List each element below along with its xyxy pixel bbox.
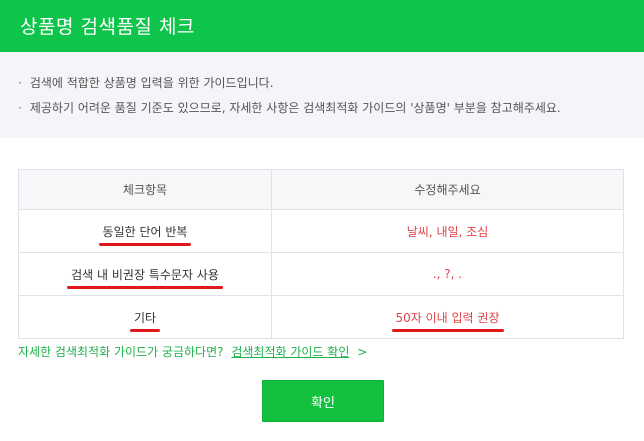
red-underline-mark xyxy=(391,328,504,332)
table-row: 기타 50자 이내 입력 권장 xyxy=(18,295,624,339)
table-row: 검색 내 비권장 특수문자 사용 ., ?, . xyxy=(18,252,624,296)
check-table: 체크항목 수정해주세요 동일한 단어 반복 날씨, 내일, 조심 검색 내 비권… xyxy=(18,169,624,339)
confirm-button[interactable]: 확인 xyxy=(262,380,384,422)
column-header-fix: 수정해주세요 xyxy=(271,169,624,210)
table-header-row: 체크항목 수정해주세요 xyxy=(18,169,624,210)
fix-value: 날씨, 내일, 조심 xyxy=(406,224,489,239)
check-item-cell: 검색 내 비권장 특수문자 사용 xyxy=(18,252,272,296)
check-item-cell: 동일한 단어 반복 xyxy=(18,209,272,253)
red-underline-mark xyxy=(98,242,192,246)
fix-cell: ., ?, . xyxy=(271,252,624,296)
bullet: · xyxy=(18,76,22,90)
red-underline-mark xyxy=(67,285,223,289)
guide-link-row: 자세한 검색최적화 가이드가 궁금하다면? 검색최적화 가이드 확인 > xyxy=(18,343,367,360)
fix-cell: 날씨, 내일, 조심 xyxy=(271,209,624,253)
red-underline-mark xyxy=(129,328,161,332)
column-header-check-item: 체크항목 xyxy=(18,169,272,210)
notice-line: · 제공하기 어려운 품질 기준도 있으므로, 자세한 사항은 검색최적화 가이드… xyxy=(18,99,561,116)
guide-question: 자세한 검색최적화 가이드가 궁금하다면? xyxy=(18,345,224,359)
fix-cell: 50자 이내 입력 권장 xyxy=(271,295,624,339)
guide-link[interactable]: 검색최적화 가이드 확인 xyxy=(231,345,349,359)
check-item-label: 동일한 단어 반복 xyxy=(98,223,192,246)
table-row: 동일한 단어 반복 날씨, 내일, 조심 xyxy=(18,209,624,253)
notice-text: 검색에 적합한 상품명 입력을 위한 가이드입니다. xyxy=(29,76,274,90)
bullet: · xyxy=(18,101,22,115)
fix-value: ., ?, . xyxy=(432,267,463,281)
check-item-label: 기타 xyxy=(129,309,161,332)
check-item-label: 검색 내 비권장 특수문자 사용 xyxy=(67,266,223,289)
fix-value: 50자 이내 입력 권장 xyxy=(391,309,504,332)
notice-line: · 검색에 적합한 상품명 입력을 위한 가이드입니다. xyxy=(18,74,274,91)
chevron-right-icon[interactable]: > xyxy=(357,345,367,359)
modal-header: 상품명 검색품질 체크 xyxy=(0,0,644,52)
check-item-cell: 기타 xyxy=(18,295,272,339)
modal-title: 상품명 검색품질 체크 xyxy=(20,16,195,38)
notice-text: 제공하기 어려운 품질 기준도 있으므로, 자세한 사항은 검색최적화 가이드의… xyxy=(29,101,561,115)
notice-box: · 검색에 적합한 상품명 입력을 위한 가이드입니다. · 제공하기 어려운 품질… xyxy=(0,52,644,138)
